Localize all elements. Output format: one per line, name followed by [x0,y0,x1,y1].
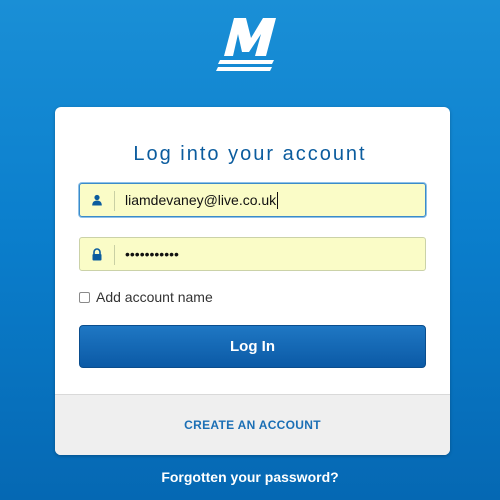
lock-icon [80,238,114,270]
forgot-password-link[interactable]: Forgotten your password? [0,469,500,485]
user-icon [80,184,114,216]
password-value: ••••••••••• [125,246,179,262]
create-account-section: CREATE AN ACCOUNT [55,394,450,455]
page-title: Log into your account [133,143,367,165]
add-account-name-checkbox[interactable] [79,291,90,303]
field-divider [114,191,115,211]
m-logo-icon [216,18,276,71]
email-field[interactable]: liamdevaney@live.co.uk [79,183,426,217]
create-account-link[interactable]: CREATE AN ACCOUNT [184,418,321,432]
forgot-password-label[interactable]: Forgotten your password? [161,469,338,485]
login-button[interactable]: Log In [79,325,426,368]
field-divider [114,245,115,265]
add-account-name-row[interactable]: Add account name [79,289,213,305]
add-account-name-label[interactable]: Add account name [96,289,213,305]
password-field[interactable]: ••••••••••• [79,237,426,271]
email-value: liamdevaney@live.co.uk [125,192,277,208]
text-caret [277,191,279,209]
